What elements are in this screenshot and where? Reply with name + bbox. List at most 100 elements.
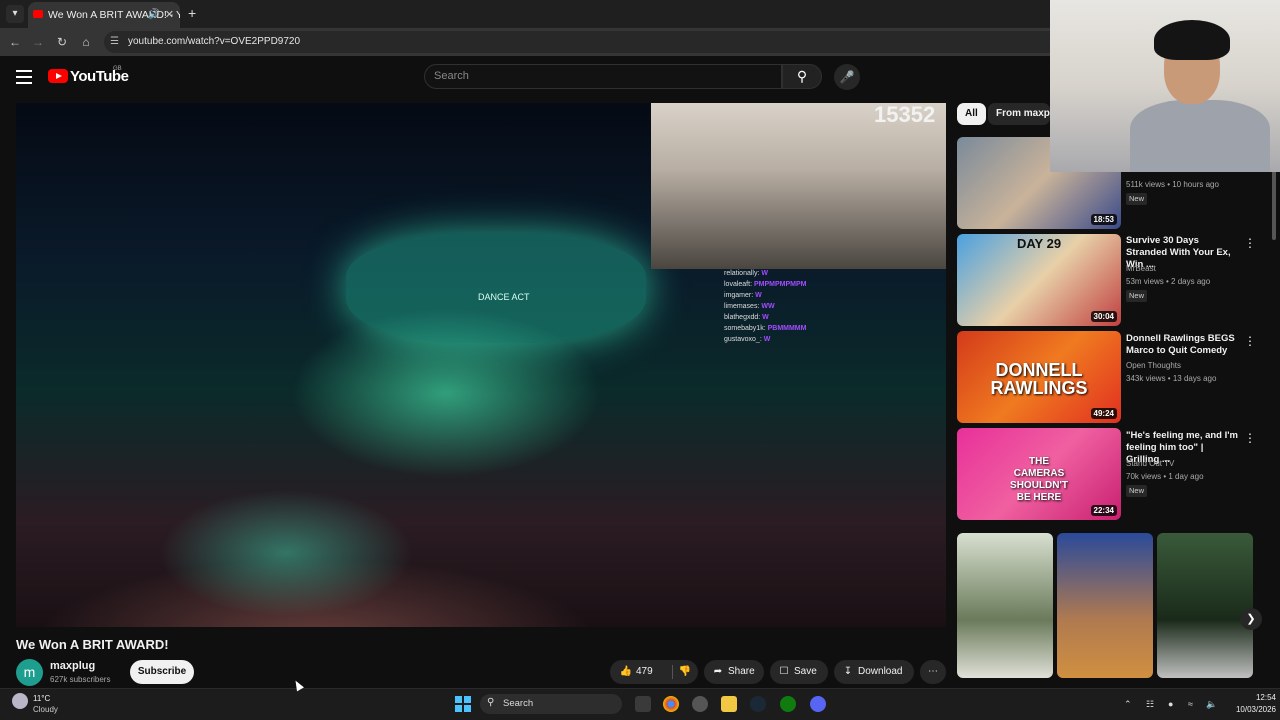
close-tab-icon[interactable]: ✕ (165, 2, 174, 28)
short-thumbnail[interactable] (957, 533, 1053, 678)
new-badge: New (1126, 290, 1148, 302)
chip-all[interactable]: All (957, 103, 986, 125)
video-meta: 343k views • 13 days ago (1126, 374, 1217, 383)
video-thumbnail[interactable]: DONNELL RAWLINGS 49:24 (957, 331, 1121, 423)
thumbnail-text: DAY 29 (1016, 236, 1062, 251)
search-input[interactable] (424, 64, 782, 89)
tab-title: We Won A BRIT AWARD! - YouTube (48, 9, 180, 21)
tab-search-menu-icon[interactable]: ▾ (6, 5, 24, 23)
like-count: 479 (636, 666, 653, 677)
file-explorer-icon[interactable] (721, 696, 737, 712)
chat-line: somebaby1k: PBMMMMM (724, 325, 807, 332)
new-badge: New (1126, 485, 1148, 497)
video-duration: 30:04 (1090, 311, 1117, 322)
app-icon[interactable] (692, 696, 708, 712)
more-actions-button[interactable]: ⋯ (920, 660, 946, 684)
microphone-tray-icon[interactable]: ● (1168, 699, 1173, 709)
short-thumbnail[interactable] (1157, 533, 1253, 678)
clock-time[interactable]: 12:54 (1240, 693, 1276, 702)
chat-line: gustavoxo_: W (724, 336, 771, 343)
stage-screen-text: DANCE ACT (478, 292, 530, 302)
search-button[interactable]: ⚲ (782, 64, 822, 89)
video-channel[interactable]: Stand Out TV (1126, 459, 1174, 468)
thumbs-up-icon: 👍 (619, 666, 633, 677)
stage-glow (346, 233, 646, 343)
clock-date[interactable]: 10/03/2026 (1222, 705, 1276, 714)
chevron-right-icon: ❯ (1246, 613, 1256, 625)
thumbnail-text: DONNELL RAWLINGS (990, 360, 1088, 398)
viewer-counter: 15352 (874, 102, 936, 127)
video-title[interactable]: Donnell Rawlings BEGS Marco to Quit Come… (1126, 333, 1238, 357)
network-icon[interactable]: ☷ (1146, 699, 1154, 710)
video-options-icon[interactable]: ⋮ (1244, 236, 1256, 250)
search-icon: ⚲ (487, 697, 495, 708)
volume-icon[interactable]: 🔈 (1206, 699, 1217, 710)
channel-avatar[interactable]: m (16, 659, 43, 686)
chat-line: imgamer: W (724, 292, 762, 299)
video-meta: 70k views • 1 day ago (1126, 472, 1204, 481)
search-icon: ⚲ (796, 68, 808, 84)
steam-icon[interactable] (750, 696, 766, 712)
taskbar-search-label: Search (503, 698, 534, 709)
share-icon: ➦ (713, 666, 723, 677)
subscribe-button[interactable]: Subscribe (130, 660, 194, 684)
url-text[interactable]: youtube.com/watch?v=OVE2PPD9720 (128, 36, 300, 47)
chat-line: lovaleaft: PMPMPMPMPM (724, 281, 807, 288)
video-meta: 511k views • 10 hours ago (1126, 180, 1219, 189)
video-options-icon[interactable]: ⋮ (1244, 431, 1256, 445)
country-code: GB (113, 66, 122, 72)
video-thumbnail[interactable]: THE CAMERAS SHOULDN'T BE HERE 22:34 (957, 428, 1121, 520)
chat-line: relationally: W (724, 270, 768, 277)
like-dislike-group: 👍 479 👎 (610, 660, 698, 684)
video-duration: 22:34 (1090, 505, 1117, 516)
tray-chevron-icon[interactable]: ⌃ (1124, 699, 1132, 710)
reload-button[interactable]: ↻ (54, 34, 70, 50)
download-button[interactable]: ↧ Download (834, 660, 914, 684)
chat-line: limemases: WW (724, 303, 775, 310)
shorts-next-button[interactable]: ❯ (1240, 608, 1262, 630)
discord-icon[interactable] (810, 696, 826, 712)
audio-playing-icon[interactable]: 🔊 (148, 2, 160, 28)
bookmark-icon: ☐ (779, 666, 789, 677)
video-thumbnail[interactable]: DAY 29 30:04 (957, 234, 1121, 326)
youtube-logo-icon[interactable] (48, 69, 68, 83)
video-meta: 53m views • 2 days ago (1126, 277, 1211, 286)
search-placeholder: Search (434, 70, 469, 82)
forward-button[interactable]: → (30, 34, 46, 50)
like-button[interactable]: 👍 479 (610, 660, 672, 684)
youtube-favicon-icon (33, 10, 43, 18)
xbox-icon[interactable] (780, 696, 796, 712)
dislike-button[interactable]: 👎 (674, 660, 696, 684)
home-button[interactable]: ⌂ (78, 34, 94, 50)
back-button[interactable]: ← (7, 34, 23, 50)
cloudy-weather-icon[interactable] (12, 693, 28, 709)
more-icon: ⋯ (928, 666, 938, 677)
share-button[interactable]: ➦ Share (704, 660, 764, 684)
download-icon: ↧ (843, 666, 853, 677)
like-divider (672, 665, 673, 679)
new-badge: New (1126, 193, 1148, 205)
video-title: We Won A BRIT AWARD! (16, 637, 169, 652)
short-thumbnail[interactable] (1057, 533, 1153, 678)
webcam-overlay (1050, 0, 1280, 172)
weather-condition[interactable]: Cloudy (33, 705, 58, 714)
new-tab-button[interactable]: + (188, 5, 202, 21)
browser-tab-active[interactable]: We Won A BRIT AWARD! - YouTube 🔊 ✕ (28, 2, 180, 28)
site-info-icon[interactable]: ☰ (110, 35, 122, 49)
video-duration: 18:53 (1090, 214, 1117, 225)
task-view-icon[interactable] (635, 696, 651, 712)
chrome-icon[interactable] (663, 696, 679, 712)
chat-line: blathegxdd: W (724, 314, 769, 321)
chip-from-channel[interactable]: From maxplug (988, 103, 1050, 125)
voice-search-button[interactable]: 🎤 (834, 64, 860, 90)
save-button[interactable]: ☐ Save (770, 660, 828, 684)
hamburger-menu-icon[interactable] (16, 70, 32, 84)
video-channel[interactable]: MrBeast (1126, 264, 1156, 273)
weather-temperature[interactable]: 11°C (33, 694, 50, 703)
taskbar-search[interactable] (480, 694, 622, 714)
channel-name[interactable]: maxplug (50, 660, 95, 672)
video-options-icon[interactable]: ⋮ (1244, 334, 1256, 348)
windows-start-icon[interactable] (455, 696, 471, 712)
video-channel[interactable]: Open Thoughts (1126, 361, 1181, 370)
wifi-icon[interactable]: ≈ (1188, 699, 1193, 709)
